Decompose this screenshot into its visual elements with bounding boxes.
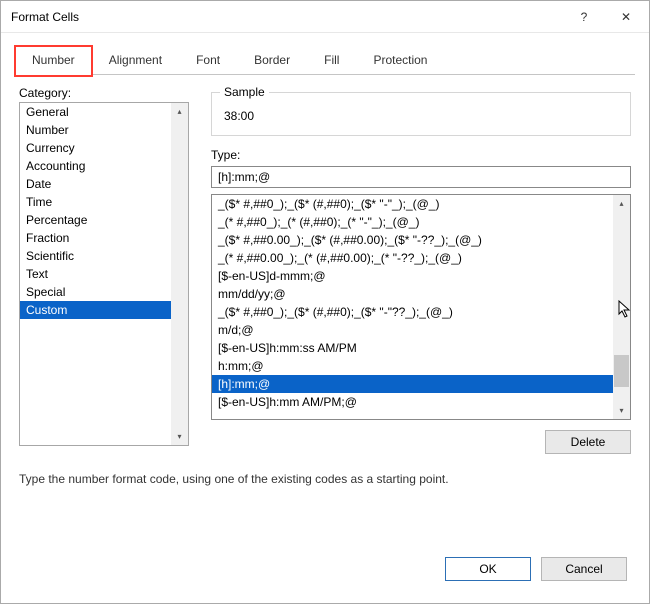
- ok-button[interactable]: OK: [445, 557, 531, 581]
- tab-bar: Number Alignment Font Border Fill Protec…: [1, 33, 649, 75]
- category-item[interactable]: Date: [20, 175, 171, 193]
- titlebar: Format Cells ? ✕: [1, 1, 649, 33]
- format-listbox[interactable]: _($* #,##0_);_($* (#,##0);_($* "-"_);_(@…: [211, 194, 631, 420]
- tab-protection[interactable]: Protection: [356, 46, 444, 76]
- tab-underline: [15, 74, 635, 75]
- upper-row: Category: General Number Currency Accoun…: [19, 86, 631, 454]
- tab-alignment[interactable]: Alignment: [92, 46, 179, 76]
- close-icon: ✕: [621, 10, 631, 24]
- dialog-footer: OK Cancel: [1, 539, 649, 603]
- close-button[interactable]: ✕: [605, 2, 647, 32]
- hint-text: Type the number format code, using one o…: [19, 472, 631, 486]
- category-item[interactable]: Fraction: [20, 229, 171, 247]
- format-items: _($* #,##0_);_($* (#,##0);_($* "-"_);_(@…: [212, 195, 613, 419]
- type-label: Type:: [211, 148, 631, 162]
- dialog-body: Category: General Number Currency Accoun…: [1, 76, 649, 539]
- category-label: Category:: [19, 86, 189, 100]
- help-button[interactable]: ?: [563, 2, 605, 32]
- format-item[interactable]: [h]:mm;@: [212, 375, 613, 393]
- category-listbox[interactable]: General Number Currency Accounting Date …: [19, 102, 189, 446]
- help-icon: ?: [581, 10, 588, 24]
- format-cells-dialog: Format Cells ? ✕ Number Alignment Font B…: [0, 0, 650, 604]
- tab-fill[interactable]: Fill: [307, 46, 356, 76]
- scroll-down-icon[interactable]: ▾: [613, 402, 630, 419]
- tab-number[interactable]: Number: [15, 46, 92, 76]
- category-item[interactable]: Text: [20, 265, 171, 283]
- category-column: Category: General Number Currency Accoun…: [19, 86, 189, 454]
- category-scrollbar[interactable]: ▴ ▾: [171, 103, 188, 445]
- cancel-button[interactable]: Cancel: [541, 557, 627, 581]
- format-item[interactable]: h:mm;@: [212, 357, 613, 375]
- format-item[interactable]: _($* #,##0.00_);_($* (#,##0.00);_($* "-?…: [212, 231, 613, 249]
- dialog-title: Format Cells: [11, 10, 563, 24]
- format-item[interactable]: _(* #,##0.00_);_(* (#,##0.00);_(* "-??_)…: [212, 249, 613, 267]
- format-item[interactable]: mm/dd/yy;@: [212, 285, 613, 303]
- category-items: General Number Currency Accounting Date …: [20, 103, 171, 445]
- category-item[interactable]: Time: [20, 193, 171, 211]
- sample-box: Sample 38:00: [211, 92, 631, 136]
- scroll-thumb[interactable]: [614, 355, 629, 387]
- format-item[interactable]: _($* #,##0_);_($* (#,##0);_($* "-"??_);_…: [212, 303, 613, 321]
- sample-label: Sample: [220, 85, 269, 99]
- tab-border[interactable]: Border: [237, 46, 307, 76]
- format-item[interactable]: m/d;@: [212, 321, 613, 339]
- scroll-up-icon[interactable]: ▴: [171, 103, 188, 120]
- category-item[interactable]: Currency: [20, 139, 171, 157]
- category-item[interactable]: Number: [20, 121, 171, 139]
- category-item[interactable]: General: [20, 103, 171, 121]
- format-scrollbar[interactable]: ▴ ▾: [613, 195, 630, 419]
- sample-value: 38:00: [224, 103, 618, 123]
- category-item[interactable]: Custom: [20, 301, 171, 319]
- format-item[interactable]: _($* #,##0_);_($* (#,##0);_($* "-"_);_(@…: [212, 195, 613, 213]
- format-item[interactable]: [$-en-US]d-mmm;@: [212, 267, 613, 285]
- category-item[interactable]: Percentage: [20, 211, 171, 229]
- category-item[interactable]: Scientific: [20, 247, 171, 265]
- delete-row: Delete: [211, 430, 631, 454]
- format-item[interactable]: _(* #,##0_);_(* (#,##0);_(* "-"_);_(@_): [212, 213, 613, 231]
- tab-font[interactable]: Font: [179, 46, 237, 76]
- category-item[interactable]: Special: [20, 283, 171, 301]
- scroll-up-icon[interactable]: ▴: [613, 195, 630, 212]
- right-column: Sample 38:00 Type: _($* #,##0_);_($* (#,…: [211, 86, 631, 454]
- scroll-down-icon[interactable]: ▾: [171, 428, 188, 445]
- format-item[interactable]: [$-en-US]h:mm AM/PM;@: [212, 393, 613, 411]
- category-item[interactable]: Accounting: [20, 157, 171, 175]
- type-input[interactable]: [211, 166, 631, 188]
- format-item[interactable]: [$-en-US]h:mm:ss AM/PM: [212, 339, 613, 357]
- delete-button[interactable]: Delete: [545, 430, 631, 454]
